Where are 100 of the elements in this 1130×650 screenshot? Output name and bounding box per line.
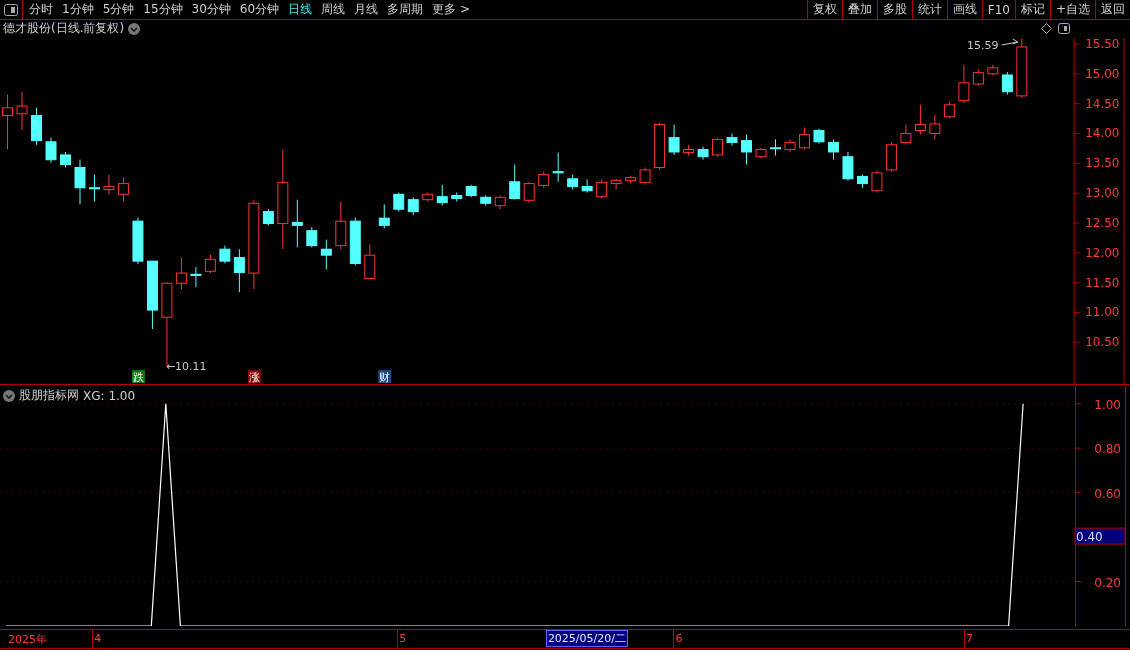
candlestick [465, 184, 477, 198]
candlestick [972, 69, 984, 87]
candlestick [291, 199, 303, 248]
period-tab[interactable]: 周线 [321, 1, 346, 18]
candlestick [45, 137, 57, 164]
candlestick [900, 123, 912, 146]
candlestick [1016, 38, 1028, 99]
pointer-arrow-icon [1001, 38, 1019, 46]
panel-toggle-icon[interactable] [1058, 23, 1070, 35]
candlestick [683, 144, 695, 156]
year-label: 2025年 [8, 632, 47, 647]
candlestick [871, 169, 883, 193]
period-tab[interactable]: 15分钟 [143, 1, 183, 18]
candlestick [596, 178, 608, 199]
toolbar-button[interactable]: 复权 [806, 0, 842, 19]
price-axis-label: 15.00 [1085, 66, 1120, 81]
candlestick [668, 123, 680, 156]
period-tab[interactable]: 多周期 [387, 1, 424, 18]
toolbar-button[interactable]: 画线 [946, 0, 982, 19]
candlestick [407, 196, 419, 216]
period-tab[interactable]: 月线 [354, 1, 379, 18]
candlestick [436, 184, 448, 207]
indicator-axis-label: 0.80 [1094, 442, 1121, 457]
high-price-label: 15.59 [967, 38, 999, 52]
toolbar-button[interactable]: 返回 [1095, 0, 1130, 19]
candlestick [567, 174, 579, 190]
candlestick [639, 166, 651, 186]
price-axis-label: 14.50 [1085, 96, 1120, 111]
candlestick [349, 217, 361, 266]
chart-tag: 跌 [131, 370, 145, 384]
month-label: 6 [675, 632, 683, 645]
candlestick [726, 132, 738, 146]
candlestick [364, 243, 376, 279]
candlestick [31, 107, 42, 146]
price-axis-label: 11.00 [1085, 305, 1120, 320]
toolbar-button[interactable]: 统计 [911, 0, 947, 19]
month-label: 4 [94, 632, 102, 645]
candlestick [422, 192, 434, 202]
period-tab[interactable]: 60分钟 [239, 1, 280, 18]
candlestick [697, 146, 709, 161]
candlestick [175, 257, 187, 290]
candlestick [335, 200, 347, 250]
candlestick [103, 174, 115, 195]
candlestick [494, 194, 506, 210]
candlestick [233, 248, 245, 293]
period-tab[interactable]: 30分钟 [191, 1, 231, 18]
candlestick [16, 91, 28, 131]
indicator-axis-label: 0.60 [1094, 486, 1121, 501]
candlestick [755, 147, 767, 159]
period-tab[interactable]: 5分钟 [102, 1, 135, 18]
dropdown-icon[interactable] [3, 389, 15, 402]
candlestick [74, 159, 86, 205]
candlestick [828, 138, 839, 161]
candlestick [581, 178, 593, 193]
candlestick [987, 64, 999, 77]
candlestick [538, 171, 550, 189]
period-tab[interactable]: 更多 > [432, 1, 470, 18]
indicator-reading: XG: 1.00 [83, 388, 136, 403]
candlestick [190, 266, 202, 288]
candlestick [204, 254, 216, 274]
toolbar-button[interactable]: 多股 [876, 0, 912, 19]
chart-tag: 涨 [247, 370, 261, 384]
indicator-axis-label: 1.00 [1094, 397, 1121, 412]
diamond-icon[interactable] [1041, 23, 1052, 35]
candlestick [958, 64, 970, 104]
candlestick [132, 217, 144, 265]
month-label: 7 [965, 632, 973, 645]
month-label: 5 [399, 632, 407, 645]
toolbar-button[interactable]: 标记 [1014, 0, 1050, 19]
period-tab[interactable]: 分时 [29, 1, 53, 18]
candlestick [523, 181, 535, 204]
candlestick [741, 134, 752, 165]
candlestick [552, 152, 564, 183]
candlestick [813, 128, 825, 145]
candlestick [654, 122, 666, 171]
candlestick [60, 151, 71, 168]
dropdown-icon[interactable] [128, 22, 141, 35]
indicator-title: 股朋指标网 [19, 387, 79, 404]
price-axis-label: 10.50 [1085, 335, 1120, 350]
candlestick [885, 141, 897, 173]
toolbar-button[interactable]: F10 [981, 0, 1015, 19]
price-axis-label: 12.50 [1085, 215, 1120, 230]
candlestick [943, 101, 955, 119]
price-axis-label: 13.00 [1085, 186, 1120, 201]
candlestick [610, 178, 622, 190]
candlestick [320, 239, 332, 270]
panel-toggle-icon[interactable] [4, 3, 18, 16]
candlestick [625, 175, 637, 185]
toolbar-button[interactable]: 叠加 [841, 0, 877, 19]
candlestick [378, 203, 390, 229]
candlestick [306, 226, 318, 248]
period-tab[interactable]: 日线 [288, 1, 313, 18]
price-axis-label: 13.50 [1085, 156, 1120, 171]
candlestick [480, 194, 492, 207]
period-tab[interactable]: 1分钟 [62, 1, 94, 18]
candlestick [219, 245, 231, 264]
candlestick [929, 114, 941, 140]
toolbar-button[interactable]: +自选 [1049, 0, 1095, 19]
price-axis-label: 12.00 [1085, 245, 1120, 260]
candlestick [89, 174, 100, 202]
